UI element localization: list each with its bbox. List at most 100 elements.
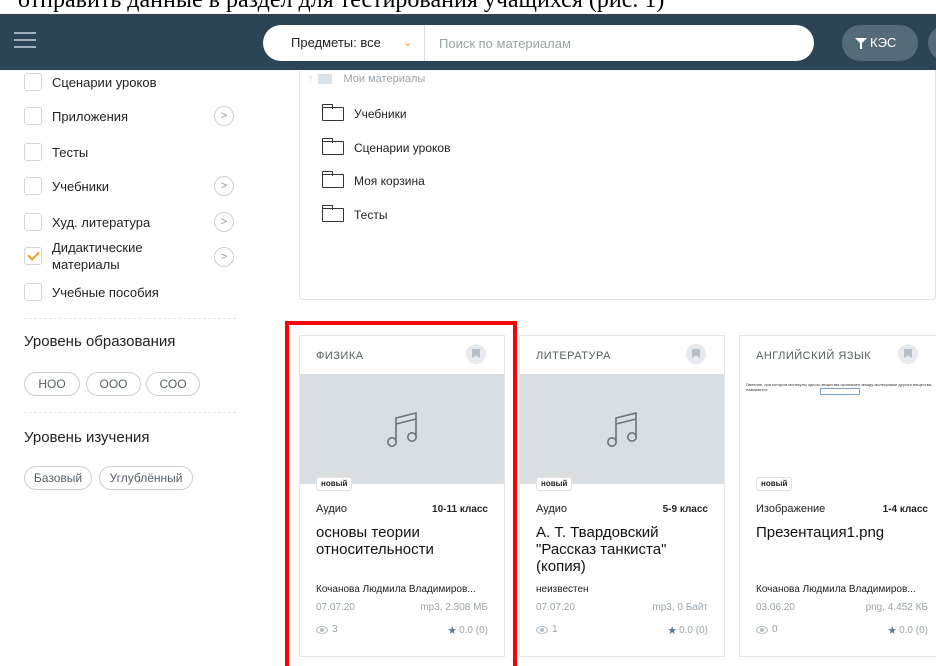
material-card[interactable]: ФИЗИКА новый Аудио 10-11 класс основы те… bbox=[299, 335, 505, 657]
filter-item-label: Сценарии уроков bbox=[52, 74, 157, 90]
filter-item-fiction[interactable]: Худ. литература bbox=[24, 211, 150, 233]
search-bar: Предметы: все ⌄ bbox=[263, 25, 814, 61]
folder-header-label: Мои материалы bbox=[343, 73, 426, 85]
study-pill-basic[interactable]: Базовый bbox=[24, 466, 92, 490]
folder-item-textbooks[interactable]: Учебники bbox=[322, 104, 407, 124]
bookmark-icon[interactable] bbox=[466, 344, 486, 364]
star-icon: ★ bbox=[667, 625, 678, 637]
folder-icon bbox=[322, 104, 344, 121]
filter-item-appendices[interactable]: Приложения bbox=[24, 105, 128, 127]
filter-item-label: Приложения bbox=[52, 108, 129, 124]
divider bbox=[24, 412, 236, 413]
checkbox[interactable] bbox=[24, 143, 42, 161]
card-preview: Явление, при котором молекулы одного вещ… bbox=[740, 374, 936, 484]
bookmark-icon[interactable] bbox=[898, 344, 918, 364]
subjects-filter-label: Предметы: все bbox=[291, 35, 381, 50]
study-level-title: Уровень изучения bbox=[24, 429, 150, 446]
hamburger-menu-icon[interactable] bbox=[14, 32, 36, 50]
filter-item-label: Учебные пособия bbox=[52, 284, 159, 300]
folder-label: Сценарии уроков bbox=[354, 141, 451, 155]
divider bbox=[24, 318, 236, 319]
card-preview bbox=[520, 374, 724, 484]
folder-icon bbox=[322, 138, 344, 155]
kes-filter-button[interactable]: КЭС bbox=[842, 25, 918, 61]
level-pill-noo[interactable]: НОО bbox=[24, 372, 80, 396]
views-count: 3 bbox=[332, 624, 338, 635]
card-rating: ★ 0.0 (0) bbox=[887, 624, 928, 637]
study-pill-advanced[interactable]: Углублённый bbox=[99, 466, 193, 490]
expand-fiction-button[interactable]: > bbox=[214, 212, 234, 232]
card-views: 0 bbox=[756, 624, 778, 635]
rating-value: 0.0 (0) bbox=[899, 625, 928, 636]
folder-icon bbox=[322, 171, 344, 188]
level-pill-ooo[interactable]: ООО bbox=[86, 372, 141, 396]
card-title[interactable]: основы теории относительности bbox=[316, 524, 492, 558]
folder-item-scenarios[interactable]: Сценарии уроков bbox=[322, 138, 450, 158]
card-preview bbox=[300, 374, 504, 484]
card-grade: 5-9 класс bbox=[662, 504, 708, 515]
card-author: Кочанова Людмила Владимиров... bbox=[316, 584, 476, 595]
music-note-icon bbox=[607, 411, 637, 447]
rating-value: 0.0 (0) bbox=[459, 625, 488, 636]
filter-item-didactic[interactable]: Дидактические материалы bbox=[24, 238, 172, 274]
checkbox[interactable] bbox=[24, 213, 42, 231]
education-level-title: Уровень образования bbox=[24, 333, 176, 350]
level-pill-soo[interactable]: СОО bbox=[146, 372, 200, 396]
expand-didactic-button[interactable]: > bbox=[214, 247, 234, 267]
filter-item-manuals[interactable]: Учебные пособия bbox=[24, 281, 159, 303]
card-views: 3 bbox=[316, 624, 338, 635]
card-subject: ФИЗИКА bbox=[316, 350, 364, 362]
folder-icon bbox=[322, 205, 344, 222]
material-card[interactable]: ЛИТЕРАТУРА новый Аудио 5-9 класс А. Т. Т… bbox=[519, 335, 725, 657]
folder-item-tests[interactable]: Тесты bbox=[322, 205, 387, 225]
views-count: 0 bbox=[772, 624, 778, 635]
material-card[interactable]: АНГЛИЙСКИЙ ЯЗЫК Явление, при котором мол… bbox=[739, 335, 936, 657]
folder-panel: ↑ Мои материалы Учебники Сценарии уроков… bbox=[299, 70, 936, 300]
expand-textbooks-button[interactable]: > bbox=[214, 176, 234, 196]
bookmark-icon[interactable] bbox=[686, 344, 706, 364]
filter-item-tests[interactable]: Тесты bbox=[24, 141, 88, 163]
checkbox-checked[interactable] bbox=[24, 247, 42, 265]
card-grade: 10-11 класс bbox=[432, 504, 488, 515]
new-badge: новый bbox=[316, 477, 353, 491]
new-badge: новый bbox=[536, 477, 573, 491]
checkbox[interactable] bbox=[24, 177, 42, 195]
checkbox[interactable] bbox=[24, 107, 42, 125]
checkbox[interactable] bbox=[24, 283, 42, 301]
views-count: 1 bbox=[552, 624, 558, 635]
card-type: Изображение bbox=[756, 503, 826, 515]
search-input[interactable] bbox=[439, 33, 799, 53]
filter-item-scenarios[interactable]: Сценарии уроков bbox=[24, 71, 156, 93]
document-text: отправить данные в раздел для тестирован… bbox=[18, 0, 665, 13]
card-type: Аудио bbox=[536, 503, 568, 515]
card-file-info: png, 4.452 КБ bbox=[865, 602, 928, 613]
filter-item-label: Дидактические материалы bbox=[52, 240, 143, 272]
filter-item-label: Тесты bbox=[52, 144, 89, 160]
card-type: Аудио bbox=[316, 503, 348, 515]
folder-label: Моя корзина bbox=[354, 174, 425, 188]
folder-item-trash[interactable]: Моя корзина bbox=[322, 171, 425, 191]
card-date: 07.07.20 bbox=[536, 602, 575, 613]
card-title[interactable]: Презентация1.png bbox=[756, 524, 932, 541]
filter-item-label: Худ. литература bbox=[52, 214, 151, 230]
top-bar: Предметы: все ⌄ КЭС bbox=[0, 14, 936, 70]
card-file-info: mp3, 2.308 МБ bbox=[420, 602, 488, 613]
up-arrow-icon[interactable]: ↑ bbox=[308, 73, 314, 85]
extra-button[interactable] bbox=[928, 25, 936, 61]
expand-appendices-button[interactable]: > bbox=[214, 106, 234, 126]
card-views: 1 bbox=[536, 624, 558, 635]
card-grade: 1-4 класс bbox=[882, 504, 928, 515]
star-icon: ★ bbox=[887, 625, 898, 637]
subjects-filter-dropdown[interactable]: Предметы: все ⌄ bbox=[263, 25, 425, 61]
card-title[interactable]: А. Т. Твардовский "Рассказ танкиста" (ко… bbox=[536, 524, 712, 575]
folder-icon bbox=[317, 74, 332, 84]
preview-answer-box bbox=[820, 388, 860, 395]
card-author: Кочанова Людмила Владимиров... bbox=[756, 584, 916, 595]
eye-icon bbox=[756, 625, 768, 634]
filter-item-textbooks[interactable]: Учебники bbox=[24, 175, 109, 197]
card-rating: ★ 0.0 (0) bbox=[447, 624, 488, 637]
card-date: 03.06.20 bbox=[756, 602, 795, 613]
card-author: неизвестен bbox=[536, 584, 589, 595]
checkbox[interactable] bbox=[24, 73, 42, 91]
card-file-info: mp3, 0 Байт bbox=[652, 602, 708, 613]
